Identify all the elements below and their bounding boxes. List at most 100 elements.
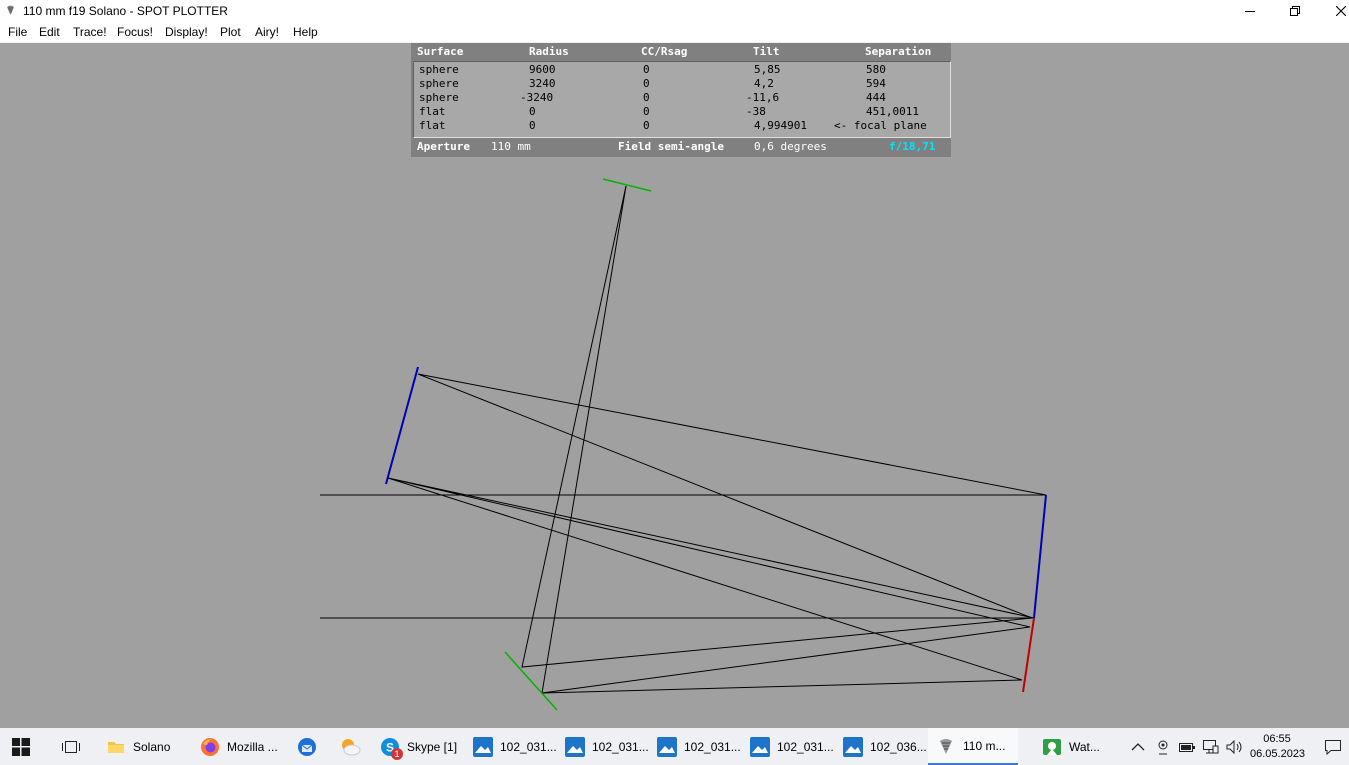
header-separation: Separation (865, 45, 932, 58)
f-number: f/18,71 (889, 140, 936, 153)
cell-ccrsag[interactable]: 0 (643, 119, 650, 132)
aperture-label: Aperture (417, 140, 470, 153)
taskbar-item-thunderbird[interactable] (297, 728, 324, 765)
clock-date: 06.05.2023 (1250, 748, 1306, 760)
cell-radius[interactable]: -3240 (520, 91, 553, 104)
field-semi-angle-label: Field semi-angle (618, 140, 724, 153)
taskbar-item-firefox[interactable]: Mozilla ... (200, 728, 278, 765)
optical-prescription-table: Surface Radius CC/Rsag Tilt Separation s… (411, 43, 951, 157)
skype-icon: S 1 (380, 737, 403, 760)
cell-surface[interactable]: sphere (419, 77, 459, 90)
spot-plotter-icon (936, 736, 956, 756)
network-icon (1203, 739, 1219, 753)
taskbar-item-photo-5[interactable]: 102_036... (843, 728, 927, 765)
notification-badge: 1 (391, 747, 403, 760)
aperture-value[interactable]: 110 mm (491, 140, 531, 153)
cell-tilt[interactable]: 4,994901 (754, 119, 807, 132)
cell-surface[interactable]: sphere (419, 91, 459, 104)
photo-icon (473, 736, 493, 757)
task-view-icon (62, 740, 80, 753)
show-hidden-icons-button[interactable] (1131, 728, 1145, 765)
table-row[interactable]: sphere 9600 0 5,85 580 (414, 63, 950, 77)
ray-paths (320, 185, 1047, 694)
cell-surface[interactable]: sphere (419, 63, 459, 76)
cell-separation[interactable]: 444 (866, 91, 886, 104)
cell-radius[interactable]: 0 (529, 105, 536, 118)
taskbar-item-skype[interactable]: S 1 Skype [1] (380, 728, 457, 765)
tray-volume[interactable] (1226, 728, 1244, 765)
start-button[interactable] (12, 728, 30, 765)
photo-icon (565, 736, 585, 757)
taskbar-clock[interactable]: 06:55 06.05.2023 (1250, 732, 1306, 762)
taskbar-item-spot-plotter[interactable]: 110 m... (928, 728, 1018, 765)
clock-time: 06:55 (1263, 733, 1291, 745)
camera-icon (1158, 740, 1168, 754)
table-header: Surface Radius CC/Rsag Tilt Separation (411, 43, 951, 60)
taskbar: Solano Mozilla ... S 1 Skype [1] 102_031… (0, 728, 1349, 765)
taskbar-item-photo-1[interactable]: 102_031... (473, 728, 557, 765)
table-body[interactable]: sphere 9600 0 5,85 580 sphere 3240 0 4,2… (413, 61, 951, 138)
header-surface: Surface (417, 45, 464, 58)
tray-battery[interactable] (1179, 728, 1195, 765)
tray-camera[interactable] (1156, 728, 1170, 765)
cell-separation-focal-plane[interactable]: <- focal plane (834, 119, 927, 132)
notifications-button[interactable] (1325, 728, 1341, 765)
table-row[interactable]: sphere -3240 0 -11,6 444 (414, 91, 950, 105)
windows-logo-icon (12, 737, 30, 756)
taskbar-item-label: 110 m... (963, 738, 1006, 753)
cell-radius[interactable]: 0 (529, 119, 536, 132)
primary-mirror-blue (1033, 494, 1047, 619)
task-view-button[interactable] (61, 728, 81, 765)
cell-ccrsag[interactable]: 0 (643, 105, 650, 118)
taskbar-item-photo-3[interactable]: 102_031... (657, 728, 741, 765)
cell-radius[interactable]: 3240 (529, 77, 556, 90)
ray-lower (320, 185, 1035, 694)
ray-upper (320, 185, 1047, 668)
cell-ccrsag[interactable]: 0 (643, 63, 650, 76)
cell-surface[interactable]: flat (419, 119, 446, 132)
focal-plane-green (602, 178, 652, 192)
taskbar-item-label: 102_031... (500, 739, 557, 754)
battery-icon (1179, 742, 1195, 752)
secondary-mirror-blue (385, 366, 419, 485)
taskbar-item-weather[interactable] (339, 728, 366, 765)
thunderbird-icon (297, 737, 317, 757)
table-footer: Aperture 110 mm Field semi-angle 0,6 deg… (411, 138, 951, 155)
cell-radius[interactable]: 9600 (529, 63, 556, 76)
taskbar-item-explorer[interactable]: Solano (106, 728, 170, 765)
header-ccrsag: CC/Rsag (641, 45, 688, 58)
taskbar-item-label: Mozilla ... (227, 739, 278, 754)
taskbar-item-label: Wat... (1069, 739, 1100, 754)
cell-separation[interactable]: 594 (866, 77, 886, 90)
ray-cross-2 (541, 679, 1023, 694)
notification-icon (1325, 739, 1341, 755)
watch-icon (1042, 737, 1062, 757)
cell-tilt[interactable]: -38 (746, 105, 766, 118)
table-row[interactable]: flat 0 0 -38 451,0011 (414, 105, 950, 119)
table-row[interactable]: sphere 3240 0 4,2 594 (414, 77, 950, 91)
taskbar-item-photo-2[interactable]: 102_031... (565, 728, 649, 765)
cell-separation[interactable]: 580 (866, 63, 886, 76)
cell-tilt[interactable]: 5,85 (754, 63, 781, 76)
firefox-icon (200, 737, 220, 757)
taskbar-item-label: Skype [1] (407, 739, 458, 754)
table-row[interactable]: flat 0 0 4,994901 <- focal plane (414, 119, 950, 133)
header-radius: Radius (529, 45, 569, 58)
header-tilt: Tilt (753, 45, 780, 58)
photo-icon (657, 736, 677, 757)
chevron-up-icon (1131, 742, 1145, 750)
taskbar-item-label: 102_031... (777, 739, 834, 754)
cell-separation[interactable]: 451,0011 (866, 105, 919, 118)
cell-tilt[interactable]: -11,6 (746, 91, 779, 104)
taskbar-item-watch[interactable]: Wat... (1042, 728, 1100, 765)
speaker-icon (1226, 739, 1242, 754)
tray-network[interactable] (1203, 728, 1219, 765)
cell-surface[interactable]: flat (419, 105, 446, 118)
field-semi-angle-value[interactable]: 0,6 degrees (754, 140, 827, 153)
taskbar-item-photo-4[interactable]: 102_031... (750, 728, 834, 765)
cell-tilt[interactable]: 4,2 (754, 77, 774, 90)
photo-icon (750, 736, 770, 757)
taskbar-item-label: 102_031... (684, 739, 741, 754)
cell-ccrsag[interactable]: 0 (643, 91, 650, 104)
cell-ccrsag[interactable]: 0 (643, 77, 650, 90)
